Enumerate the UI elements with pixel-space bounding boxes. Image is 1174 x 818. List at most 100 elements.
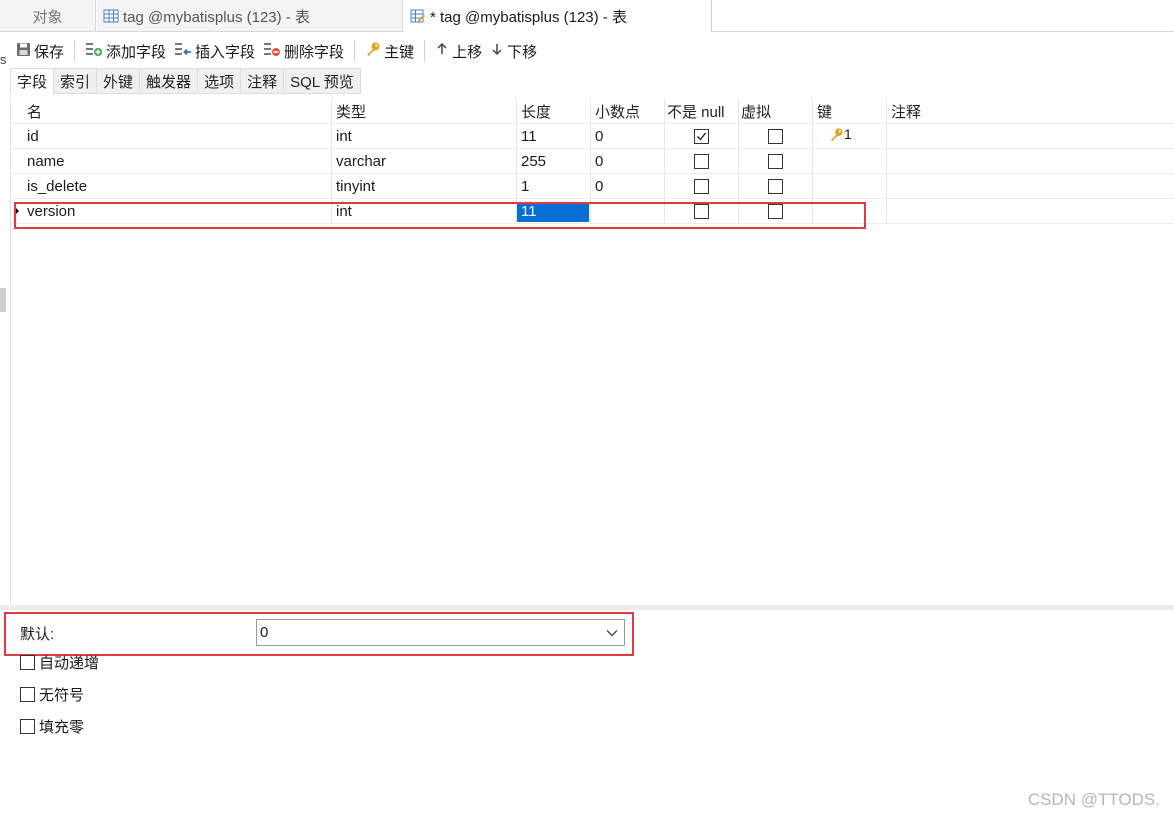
subtab-fields[interactable]: 字段 <box>10 68 55 94</box>
highlight-annotation-box <box>14 202 866 229</box>
column-header-key[interactable]: 键 <box>813 99 887 124</box>
subtab-indexes[interactable]: 索引 <box>54 68 98 94</box>
column-header-comment[interactable]: 注释 <box>887 99 1174 124</box>
not-null-checkbox[interactable] <box>694 154 709 169</box>
tab-table-tag[interactable]: tag @mybatisplus (123) - 表 <box>97 0 403 32</box>
not-null-checkbox[interactable] <box>694 179 709 194</box>
tab-bar-border <box>0 31 404 32</box>
table-row[interactable]: is_delete tinyint 1 0 <box>11 174 1174 199</box>
primary-key-label: 主键 <box>384 43 415 61</box>
insert-field-icon <box>174 41 195 61</box>
subtab-foreign-keys[interactable]: 外键 <box>97 68 141 94</box>
toolbar-separator <box>424 40 426 62</box>
field-decimals-cell[interactable]: 0 <box>591 174 665 199</box>
not-null-checkbox[interactable] <box>694 129 709 144</box>
arrow-down-icon <box>490 42 507 60</box>
toolbar-separator <box>354 40 356 62</box>
not-null-cell <box>665 149 739 174</box>
field-type-cell[interactable]: tinyint <box>332 174 517 199</box>
table-icon <box>103 8 119 24</box>
save-button-label: 保存 <box>34 43 65 61</box>
key-cell[interactable] <box>813 149 887 174</box>
field-name-cell[interactable]: name <box>23 149 332 174</box>
virtual-cell <box>739 124 813 149</box>
add-field-button[interactable]: 添加字段 <box>81 37 170 65</box>
tab-objects-label: 对象 <box>32 8 63 26</box>
field-comment-cell[interactable] <box>887 149 1174 174</box>
table-row[interactable]: id int 11 0 1 <box>11 124 1174 149</box>
field-comment-cell[interactable] <box>887 124 1174 149</box>
move-down-button[interactable]: 下移 <box>486 37 541 65</box>
arrow-up-icon <box>435 42 452 60</box>
subtab-triggers[interactable]: 触发器 <box>140 68 199 94</box>
table-row[interactable]: name varchar 255 0 <box>11 149 1174 174</box>
key-icon <box>365 41 384 61</box>
designer-subtabs: 字段 索引 外键 触发器 选项 注释 SQL 预览 <box>10 68 361 94</box>
virtual-checkbox[interactable] <box>768 129 783 144</box>
field-decimals-cell[interactable]: 0 <box>591 124 665 149</box>
tab-bar-border <box>712 31 1174 32</box>
insert-field-label: 插入字段 <box>195 43 256 61</box>
field-name-cell[interactable]: is_delete <box>23 174 332 199</box>
field-length-cell[interactable]: 255 <box>517 149 591 174</box>
auto-increment-option[interactable]: 自动递增 <box>20 652 99 673</box>
field-length-cell[interactable]: 11 <box>517 124 591 149</box>
zerofill-option[interactable]: 填充零 <box>20 716 84 737</box>
field-length-cell[interactable]: 1 <box>517 174 591 199</box>
move-down-label: 下移 <box>507 43 538 61</box>
key-order: 1 <box>844 125 852 142</box>
highlight-annotation-box <box>4 612 634 656</box>
tab-objects[interactable]: 对象 <box>0 0 96 32</box>
grid-header-row: 名 类型 长度 小数点 不是 null 虚拟 键 注释 <box>11 99 1174 124</box>
table-design-icon <box>410 8 426 24</box>
field-type-cell[interactable]: int <box>332 124 517 149</box>
document-tab-bar: 对象 tag @mybatisplus (123) - 表 * tag @myb… <box>0 0 1174 32</box>
virtual-checkbox[interactable] <box>768 179 783 194</box>
field-comment-cell[interactable] <box>887 174 1174 199</box>
zerofill-label: 填充零 <box>39 719 85 736</box>
delete-field-button[interactable]: 删除字段 <box>259 37 348 65</box>
tab-table-tag-design[interactable]: * tag @mybatisplus (123) - 表 <box>404 0 712 32</box>
move-up-button[interactable]: 上移 <box>431 37 486 65</box>
delete-field-label: 删除字段 <box>284 43 345 61</box>
column-header-length[interactable]: 长度 <box>517 99 591 124</box>
save-icon <box>16 42 34 61</box>
toolbar-separator <box>74 40 76 62</box>
subtab-sql-preview[interactable]: SQL 预览 <box>284 68 361 94</box>
field-comment-cell[interactable] <box>887 199 1174 224</box>
insert-field-button[interactable]: 插入字段 <box>170 37 259 65</box>
unsigned-checkbox[interactable] <box>20 687 35 702</box>
toolbar: 保存 添加字段 插入字段 删除字段 主键 上移 下移 <box>0 36 1174 66</box>
column-header-type[interactable]: 类型 <box>332 99 517 124</box>
add-field-icon <box>85 41 106 61</box>
column-header-not-null[interactable]: 不是 null <box>665 99 739 124</box>
fields-grid: 名 类型 长度 小数点 不是 null 虚拟 键 注释 id int 11 0 … <box>10 99 1174 606</box>
auto-increment-label: 自动递增 <box>39 655 100 672</box>
unsigned-option[interactable]: 无符号 <box>20 684 84 705</box>
tab-table-tag-design-label: * tag @mybatisplus (123) - 表 <box>430 8 627 26</box>
field-decimals-cell[interactable]: 0 <box>591 149 665 174</box>
field-type-cell[interactable]: varchar <box>332 149 517 174</box>
field-name-cell[interactable]: id <box>23 124 332 149</box>
unsigned-label: 无符号 <box>39 687 85 704</box>
auto-increment-checkbox[interactable] <box>20 655 35 670</box>
primary-key-button[interactable]: 主键 <box>361 37 418 65</box>
primary-key-icon <box>829 127 844 146</box>
panel-splitter[interactable] <box>0 605 1174 610</box>
move-up-label: 上移 <box>452 43 483 61</box>
key-cell[interactable]: 1 <box>813 124 887 149</box>
watermark: CSDN @TTODS. <box>1027 790 1160 809</box>
virtual-cell <box>739 174 813 199</box>
virtual-checkbox[interactable] <box>768 154 783 169</box>
not-null-cell <box>665 174 739 199</box>
column-header-name[interactable]: 名 <box>23 99 332 124</box>
zerofill-checkbox[interactable] <box>20 719 35 734</box>
subtab-comment[interactable]: 注释 <box>241 68 285 94</box>
splitter-handle[interactable] <box>0 288 6 312</box>
column-header-decimals[interactable]: 小数点 <box>591 99 665 124</box>
subtab-options[interactable]: 选项 <box>198 68 242 94</box>
key-cell[interactable] <box>813 174 887 199</box>
tab-table-tag-label: tag @mybatisplus (123) - 表 <box>123 8 310 26</box>
column-header-virtual[interactable]: 虚拟 <box>739 99 813 124</box>
save-button[interactable]: 保存 <box>12 37 68 65</box>
